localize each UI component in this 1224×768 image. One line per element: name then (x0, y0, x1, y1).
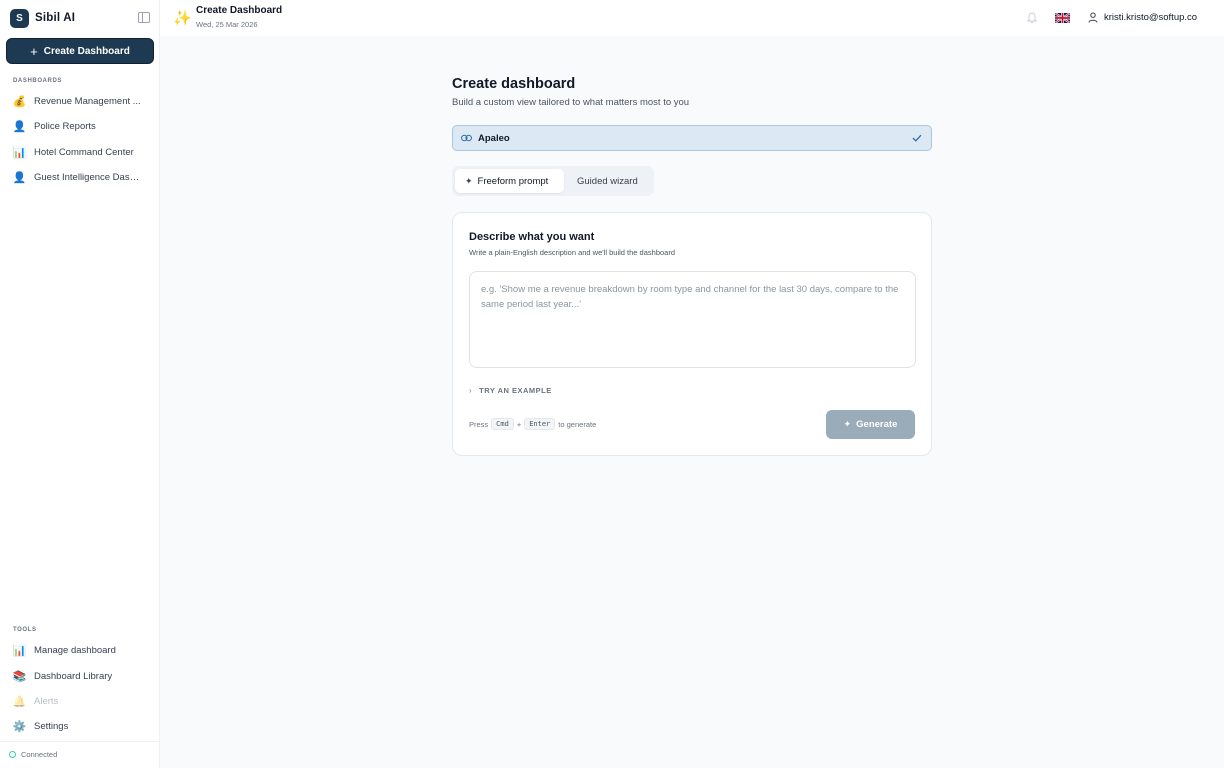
check-icon (912, 134, 922, 142)
prompt-input[interactable] (469, 271, 916, 368)
notification-bell-icon[interactable] (1027, 12, 1037, 24)
sidebar-item-label: Manage dashboard (34, 644, 116, 656)
generate-label: Generate (856, 419, 898, 430)
money-bag-icon: 💰 (12, 95, 27, 108)
person-icon: 👤 (12, 120, 27, 133)
sparkle-icon: ✨ (173, 10, 192, 27)
create-dashboard-button[interactable]: + Create Dashboard (6, 38, 154, 64)
hint-tail: to generate (558, 419, 597, 429)
sidebar-divider (0, 741, 160, 742)
brand: S Sibil AI (10, 8, 150, 28)
brand-name: Sibil AI (35, 12, 76, 24)
sidebar-item-label: Alerts (34, 695, 59, 707)
card-title: Describe what you want (469, 231, 595, 243)
tools-section-label: TOOLS (13, 627, 37, 633)
generate-button[interactable]: ✦ Generate (826, 410, 915, 439)
hint-press: Press (469, 419, 489, 429)
chevron-right-icon: › (469, 386, 473, 395)
prompt-card: Describe what you want Write a plain-Eng… (452, 212, 932, 456)
hint-plus: + (516, 419, 522, 429)
shortcut-hint: Press Cmd + Enter to generate (469, 418, 596, 430)
bar-chart-icon: 📊 (12, 644, 27, 657)
sidebar-item-label: Revenue Management ... (34, 95, 141, 107)
sparkles-icon: ✦ (843, 419, 852, 429)
top-bar: ✨ Create Dashboard Wed, 25 Mar 2026 kris… (160, 0, 1224, 36)
key-enter: Enter (524, 418, 556, 430)
sidebar-item-guest-intelligence[interactable]: 👤 Guest Intelligence Dash... (12, 168, 152, 186)
create-dashboard-label: Create Dashboard (43, 45, 130, 57)
sidebar-item-dashboard-library[interactable]: 📚 Dashboard Library (12, 667, 152, 685)
page-date: Wed, 25 Mar 2026 (196, 20, 258, 29)
user-menu[interactable]: kristi.kristo@softup.co (1088, 12, 1197, 23)
mode-tabs: ✦ Freeform prompt Guided wizard (452, 166, 654, 196)
sidebar-item-label: Hotel Command Center (34, 146, 134, 158)
sidebar-item-settings[interactable]: ⚙️ Settings (12, 717, 152, 735)
connection-status: Connected (9, 750, 57, 759)
sidebar-item-label: Police Reports (34, 120, 96, 132)
bar-chart-icon: 📊 (12, 146, 27, 159)
link-icon (461, 134, 472, 142)
sidebar-item-police-reports[interactable]: 👤 Police Reports (12, 117, 152, 135)
sparkles-icon: ✦ (465, 175, 473, 186)
sidebar-item-hotel-command-center[interactable]: 📊 Hotel Command Center (12, 143, 152, 161)
bell-icon: 🔔 (12, 695, 27, 708)
main-title: Create dashboard (452, 76, 576, 92)
sidebar: S Sibil AI + Create Dashboard DASHBOARDS… (0, 0, 160, 768)
try-example-toggle[interactable]: › TRY AN EXAMPLE (469, 386, 552, 395)
dashboards-section-label: DASHBOARDS (13, 78, 63, 84)
tab-label: Freeform prompt (477, 175, 549, 187)
data-source-selector[interactable]: Apaleo (452, 125, 932, 151)
sidebar-item-revenue-management[interactable]: 💰 Revenue Management ... (12, 92, 152, 110)
try-example-label: TRY AN EXAMPLE (479, 386, 552, 395)
sidebar-item-label: Settings (34, 720, 69, 732)
uk-flag-icon[interactable] (1055, 13, 1070, 23)
key-cmd: Cmd (491, 418, 514, 430)
tab-label: Guided wizard (577, 175, 638, 187)
plus-icon: + (30, 43, 38, 59)
status-dot-icon (9, 751, 16, 758)
user-icon (1088, 12, 1098, 23)
connection-status-label: Connected (21, 750, 58, 759)
user-email: kristi.kristo@softup.co (1104, 12, 1198, 23)
sidebar-item-label: Dashboard Library (34, 670, 113, 682)
sidebar-toggle-icon[interactable] (138, 12, 150, 23)
sidebar-item-alerts[interactable]: 🔔 Alerts (12, 692, 152, 710)
sidebar-item-manage-dashboard[interactable]: 📊 Manage dashboard (12, 641, 152, 659)
sidebar-item-label: Guest Intelligence Dash... (34, 171, 142, 183)
gear-icon: ⚙️ (12, 720, 27, 733)
main-subtitle: Build a custom view tailored to what mat… (452, 97, 690, 108)
tab-guided-wizard[interactable]: Guided wizard (567, 169, 653, 193)
tab-freeform-prompt[interactable]: ✦ Freeform prompt (455, 169, 564, 193)
books-icon: 📚 (12, 670, 27, 683)
data-source-name: Apaleo (478, 132, 510, 144)
card-subtitle: Write a plain-English description and we… (469, 248, 675, 257)
person-icon: 👤 (12, 171, 27, 184)
page-title: Create Dashboard (196, 5, 283, 16)
brand-logo: S (10, 8, 29, 28)
